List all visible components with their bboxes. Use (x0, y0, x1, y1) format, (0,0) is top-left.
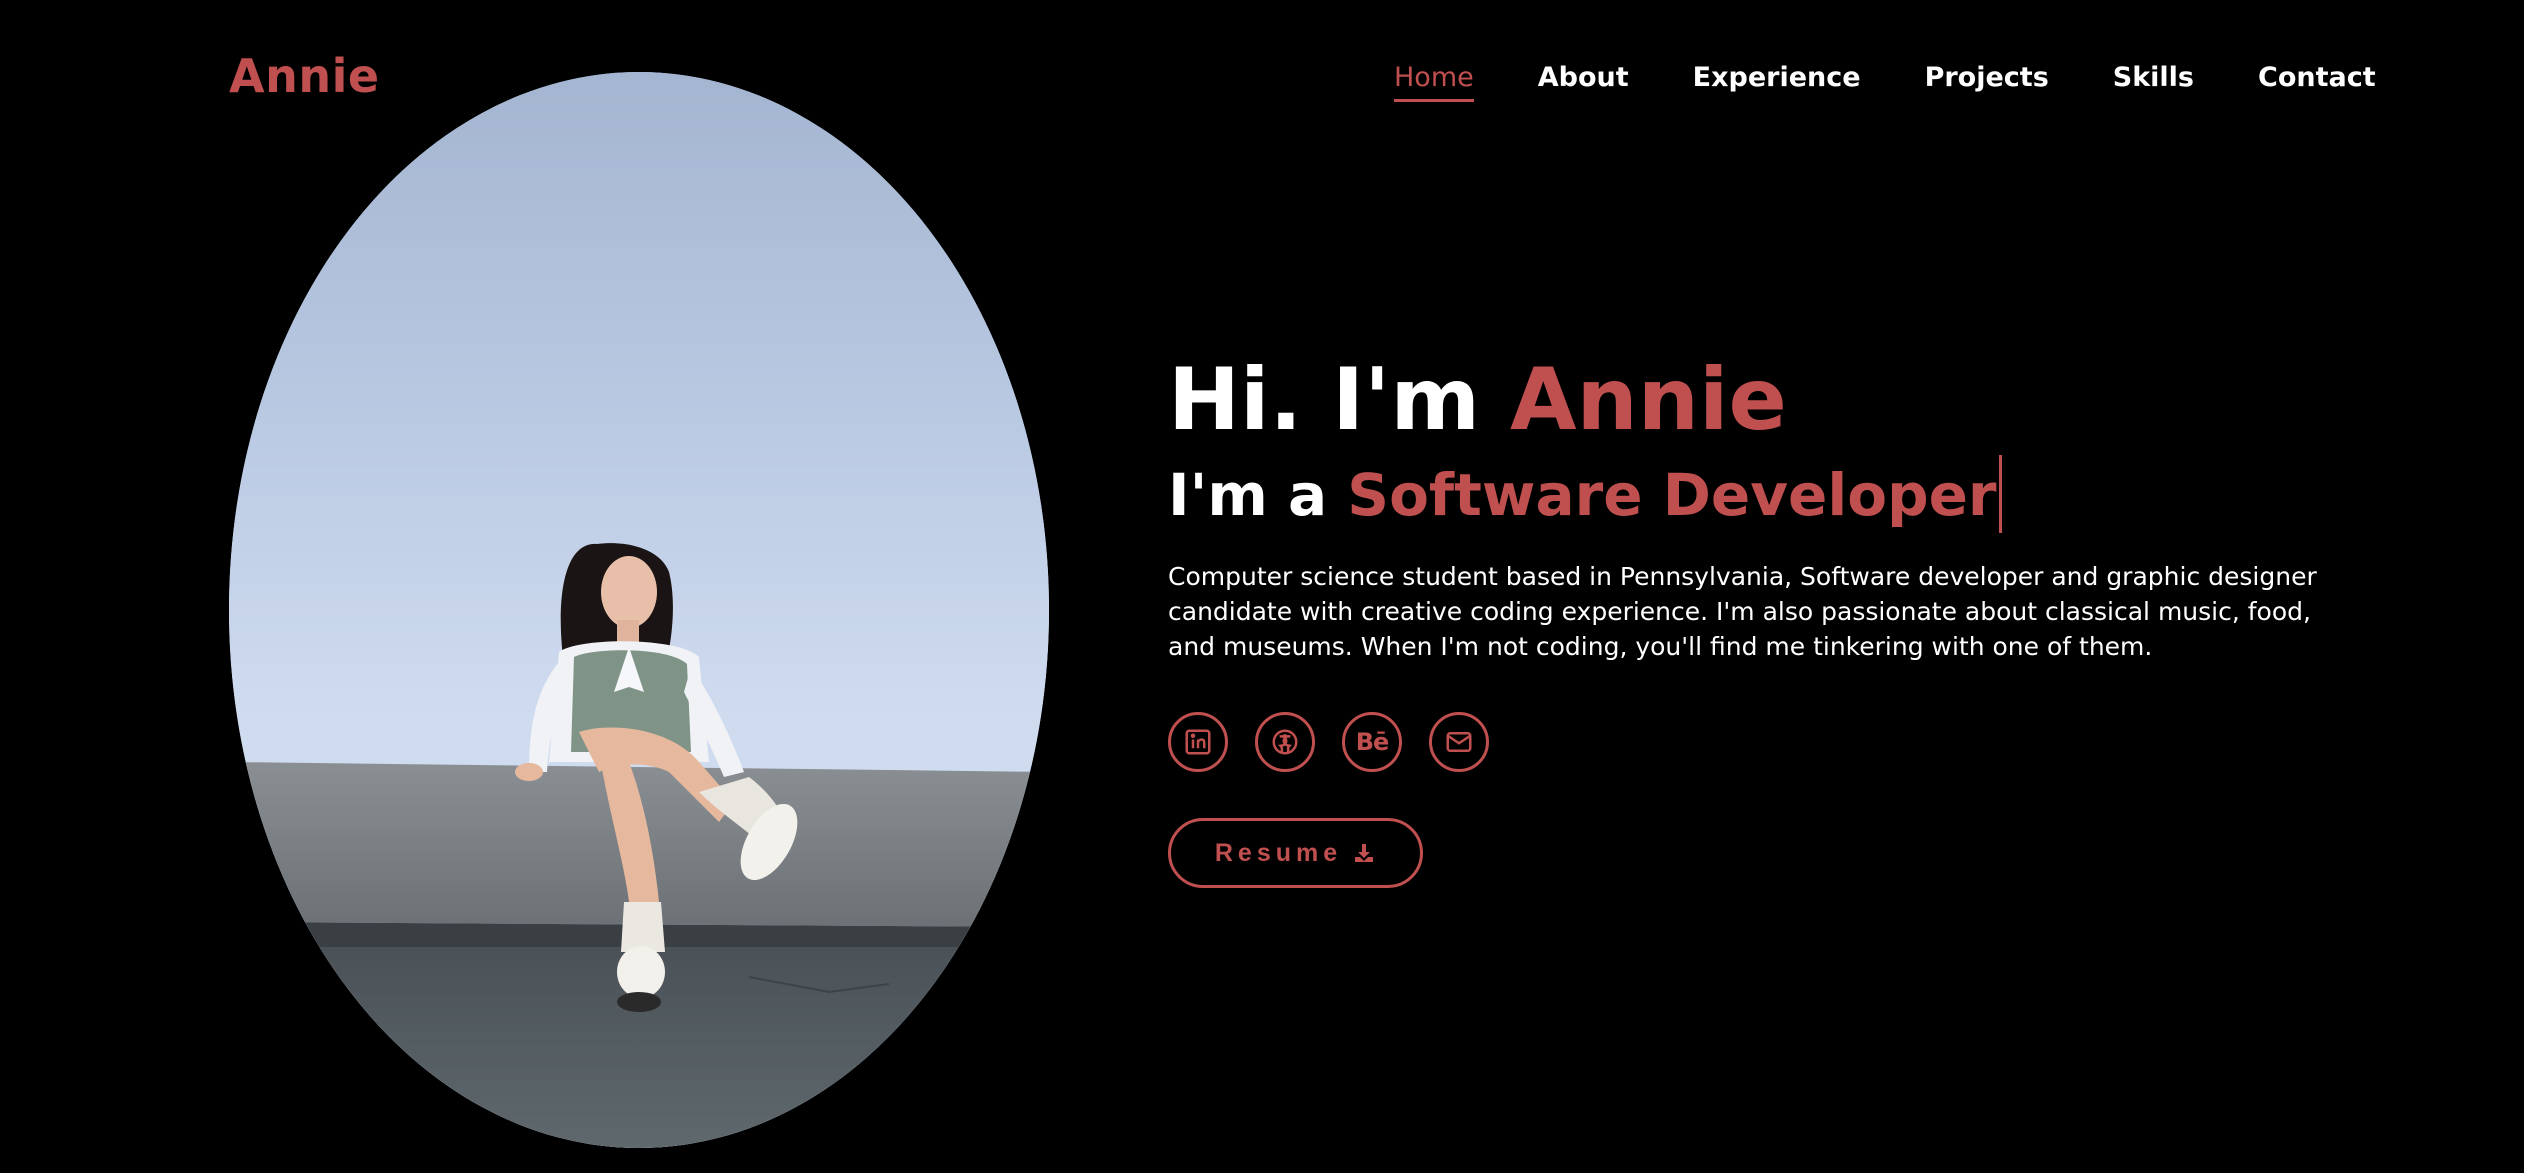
main-nav: Home About Experience Projects Skills Co… (1394, 58, 2376, 102)
hero-title: Hi. I'm Annie (1168, 345, 2338, 455)
mail-icon (1446, 732, 1472, 752)
greeting-text: Hi. I'm (1168, 350, 1510, 450)
linkedin-link[interactable] (1168, 712, 1228, 772)
portrait-illustration (229, 72, 1049, 1148)
download-icon (1352, 841, 1376, 865)
typing-caret (1998, 454, 2002, 533)
behance-link[interactable]: Bē (1342, 712, 1402, 772)
github-icon (1272, 729, 1298, 755)
nav-contact[interactable]: Contact (2258, 60, 2376, 96)
hero-description: Computer science student based in Pennsy… (1168, 562, 2317, 661)
hero-subtitle: I'm a Software Developer (1168, 454, 2338, 535)
hero-role: Software Developer (1347, 461, 1997, 529)
linkedin-icon (1185, 729, 1211, 755)
behance-icon: Bē (1355, 728, 1390, 756)
nav-skills[interactable]: Skills (2113, 60, 2194, 96)
email-link[interactable] (1429, 712, 1489, 772)
social-links: Bē (1168, 712, 2338, 772)
hero-section: Hi. I'm Annie I'm a Software Developer C… (1168, 345, 2338, 888)
resume-button[interactable]: Resume (1168, 818, 1423, 888)
nav-home[interactable]: Home (1394, 60, 1474, 102)
nav-about[interactable]: About (1538, 60, 1629, 96)
resume-label: Resume (1214, 838, 1343, 867)
github-link[interactable] (1255, 712, 1315, 772)
nav-projects[interactable]: Projects (1925, 60, 2049, 96)
hero-name: Annie (1509, 350, 1787, 450)
site-logo[interactable]: Annie (229, 46, 380, 106)
nav-experience[interactable]: Experience (1693, 60, 1861, 96)
subtitle-prefix: I'm a (1168, 461, 1348, 529)
page: Annie Home About Experience Projects Ski… (0, 0, 2524, 1173)
portrait-photo (229, 72, 1049, 1148)
